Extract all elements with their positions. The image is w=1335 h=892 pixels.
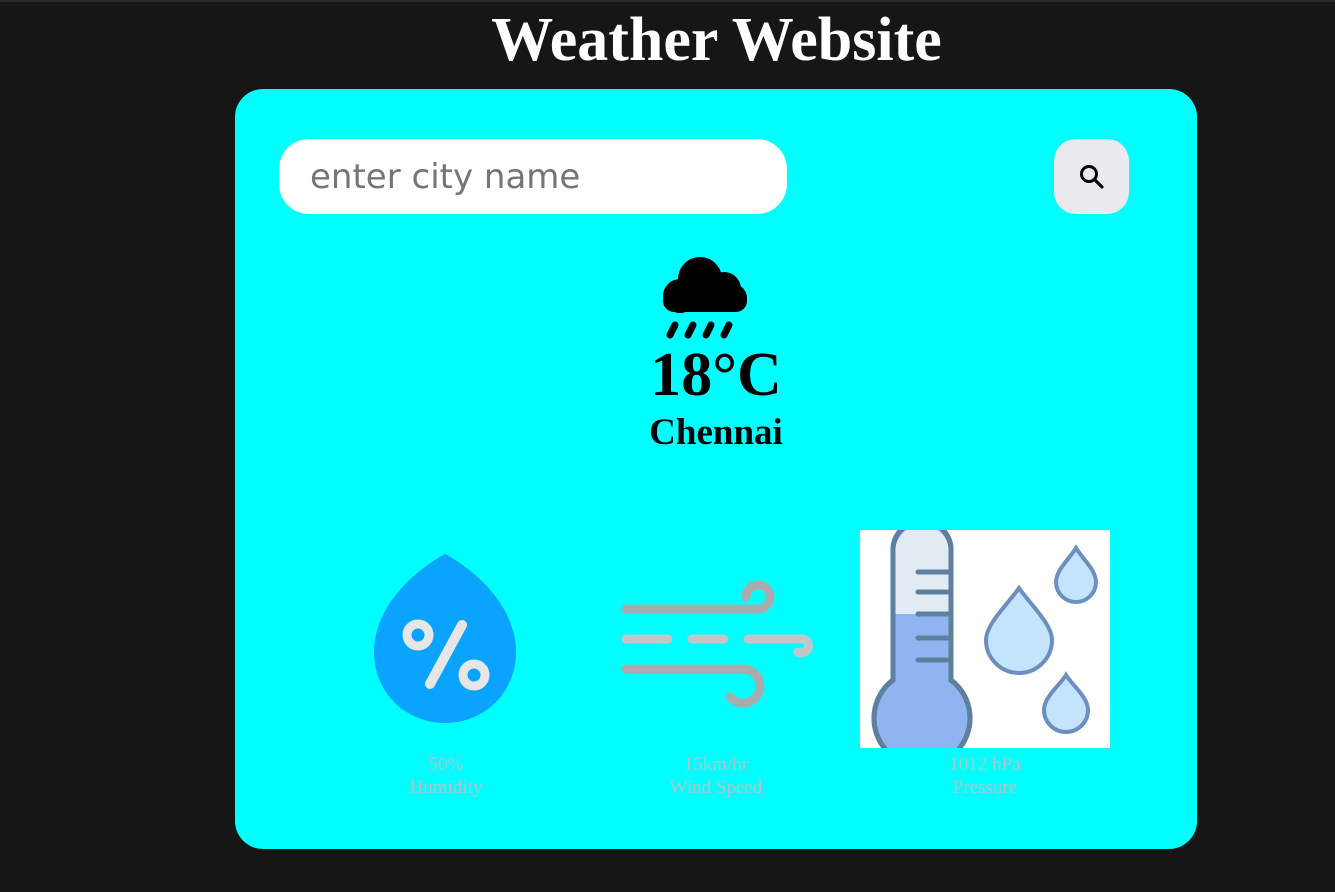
- wind-speed-stat: 15km/hr Wind Speed: [616, 753, 816, 799]
- search-icon: [1079, 164, 1104, 189]
- cloud-moon-rain-icon: [663, 238, 772, 339]
- temperature: 18°C: [650, 341, 782, 409]
- city-search-input[interactable]: [279, 139, 787, 214]
- pressure-value: 1012 hPa: [949, 754, 1021, 775]
- page-title: Weather Website: [491, 6, 942, 74]
- humidity-label: Humidity: [409, 777, 483, 798]
- pressure-image: [860, 518, 1110, 769]
- humidity-icon: [374, 554, 516, 723]
- weather-card: 18°C Chennai 50% Humidity 15km/hr Wind S…: [235, 89, 1197, 849]
- pressure-stat: 1012 hPa Pressure: [885, 753, 1085, 799]
- search-button[interactable]: [1054, 139, 1129, 214]
- humidity-stat: 50% Humidity: [346, 753, 546, 799]
- wind-speed-label: Wind Speed: [669, 777, 763, 798]
- city-name: Chennai: [649, 412, 783, 453]
- pressure-icon: [871, 518, 1099, 769]
- wind-icon: [621, 580, 813, 708]
- pressure-label: Pressure: [952, 777, 1018, 798]
- humidity-value: 50%: [428, 754, 464, 775]
- top-border: [0, 0, 1335, 2]
- wind-speed-value: 15km/hr: [683, 754, 749, 775]
